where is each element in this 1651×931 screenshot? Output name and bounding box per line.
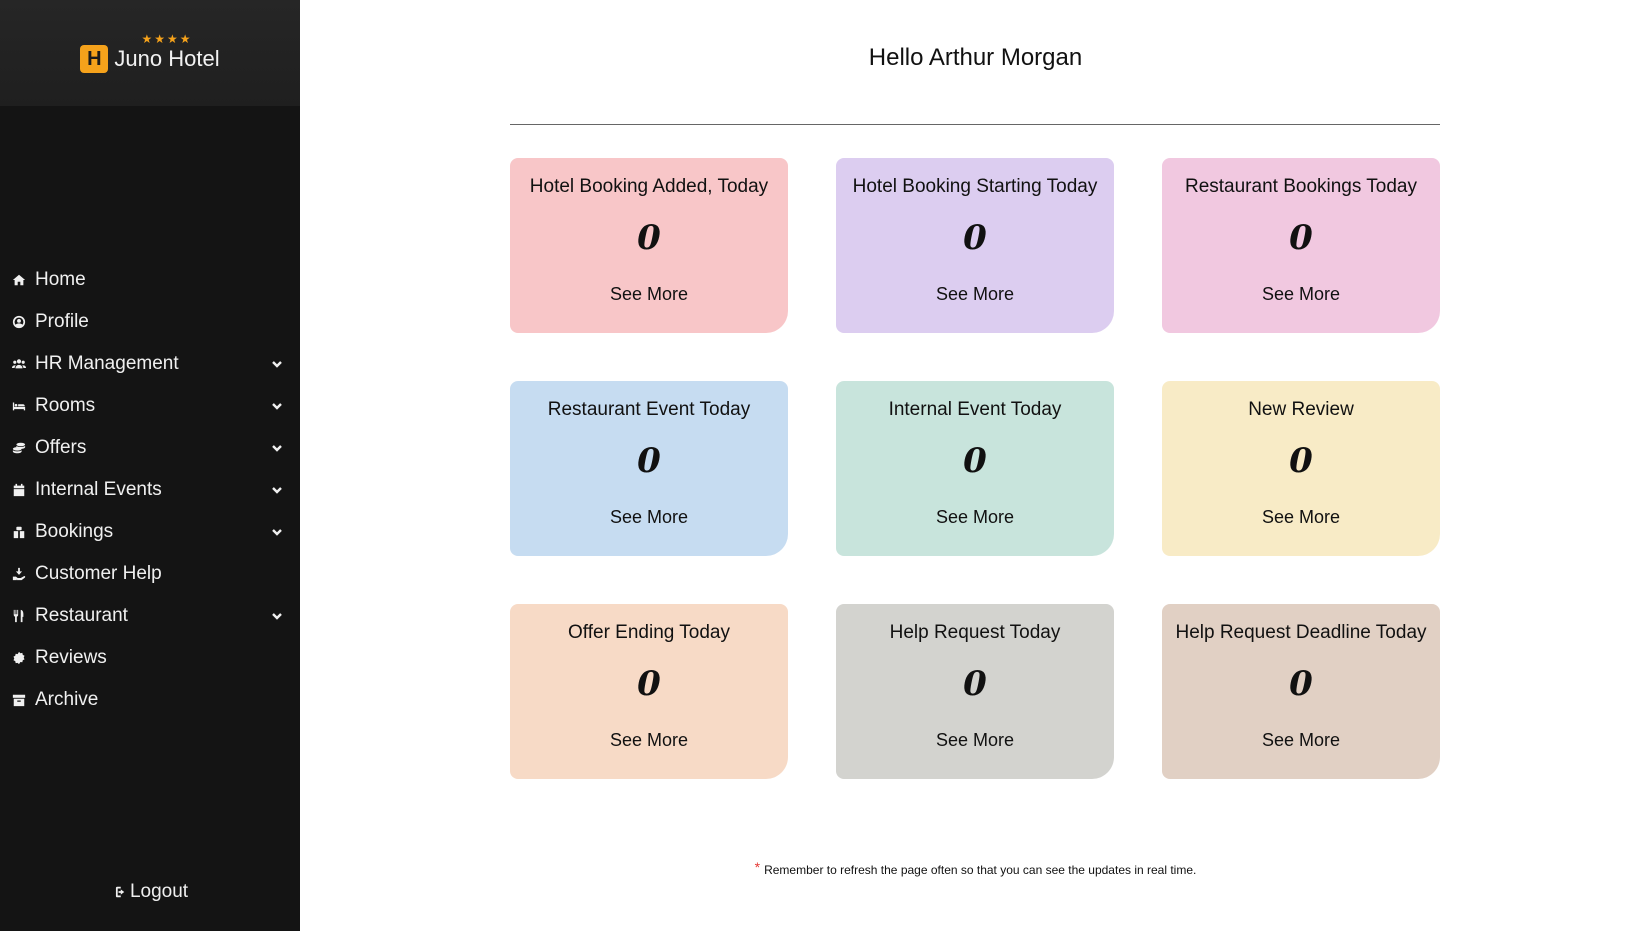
card-title: Offer Ending Today xyxy=(568,622,730,643)
brand-link[interactable]: H ★★★★ Juno Hotel xyxy=(80,32,220,73)
sidebar-nav: Home Profile HR Management Rooms Offers … xyxy=(0,259,300,721)
card-title: Hotel Booking Added, Today xyxy=(529,176,769,197)
star-rating: ★★★★ xyxy=(141,32,193,46)
chevron-down-icon[interactable] xyxy=(270,357,284,371)
badge-icon xyxy=(11,650,27,666)
see-more-link[interactable]: See More xyxy=(1262,730,1340,751)
stat-card-hotel-booking-added: Hotel Booking Added, Today 0 See More xyxy=(510,158,788,333)
archive-icon xyxy=(11,692,27,708)
sidebar-item-label: Profile xyxy=(35,311,89,332)
sidebar-item-label: Archive xyxy=(35,689,99,710)
see-more-link[interactable]: See More xyxy=(1262,284,1340,305)
sidebar-item-hr-management[interactable]: HR Management xyxy=(0,343,300,385)
hand-help-icon xyxy=(11,566,27,582)
card-title: Restaurant Bookings Today xyxy=(1184,176,1418,197)
stat-card-new-review: New Review 0 See More xyxy=(1162,381,1440,556)
card-value: 0 xyxy=(637,218,661,258)
refresh-note: * Remember to refresh the page often so t… xyxy=(300,859,1651,877)
sidebar-item-home[interactable]: Home xyxy=(0,259,300,301)
chevron-down-icon[interactable] xyxy=(270,441,284,455)
card-title: Internal Event Today xyxy=(888,399,1062,420)
stat-card-help-request-deadline: Help Request Deadline Today 0 See More xyxy=(1162,604,1440,779)
see-more-link[interactable]: See More xyxy=(1262,507,1340,528)
chevron-down-icon[interactable] xyxy=(270,525,284,539)
see-more-link[interactable]: See More xyxy=(936,507,1014,528)
sidebar-item-label: Internal Events xyxy=(35,479,162,500)
see-more-link[interactable]: See More xyxy=(610,284,688,305)
utensils-icon xyxy=(11,608,27,624)
logout-label: Logout xyxy=(129,881,189,902)
sidebar-item-rooms[interactable]: Rooms xyxy=(0,385,300,427)
card-title: Restaurant Event Today xyxy=(547,399,751,420)
sidebar-item-archive[interactable]: Archive xyxy=(0,679,300,721)
user-circle-icon xyxy=(11,314,27,330)
sidebar-item-label: Home xyxy=(35,269,86,290)
card-value: 0 xyxy=(1289,441,1313,481)
sidebar-item-profile[interactable]: Profile xyxy=(0,301,300,343)
coins-icon xyxy=(11,440,27,456)
sidebar: H ★★★★ Juno Hotel Home Profile HR Manage… xyxy=(0,0,300,931)
home-icon xyxy=(11,272,27,288)
stat-card-offer-ending: Offer Ending Today 0 See More xyxy=(510,604,788,779)
sidebar-item-label: Offers xyxy=(35,437,87,458)
dashboard-main: Hello Arthur Morgan Hotel Booking Added,… xyxy=(300,0,1651,931)
logout-icon xyxy=(115,886,125,898)
sidebar-item-label: Rooms xyxy=(35,395,96,416)
stat-card-restaurant-bookings: Restaurant Bookings Today 0 See More xyxy=(1162,158,1440,333)
users-icon xyxy=(11,356,27,372)
page-title: Hello Arthur Morgan xyxy=(868,44,1083,71)
brand-name: Juno Hotel xyxy=(114,46,220,71)
card-title: New Review xyxy=(1248,399,1354,420)
sidebar-item-label: Reviews xyxy=(35,647,107,668)
card-value: 0 xyxy=(1289,664,1313,704)
refresh-note-text: Remember to refresh the page often so th… xyxy=(764,863,1197,877)
divider xyxy=(510,124,1440,125)
logout-button[interactable]: Logout xyxy=(0,881,300,903)
card-value: 0 xyxy=(963,441,987,481)
brand-header: H ★★★★ Juno Hotel xyxy=(0,0,300,106)
sidebar-item-customer-help[interactable]: Customer Help xyxy=(0,553,300,595)
sidebar-item-label: Restaurant xyxy=(35,605,128,626)
chevron-down-icon[interactable] xyxy=(270,609,284,623)
stat-card-internal-event: Internal Event Today 0 See More xyxy=(836,381,1114,556)
card-title: Help Request Today xyxy=(889,622,1061,643)
see-more-link[interactable]: See More xyxy=(610,507,688,528)
stat-card-help-request: Help Request Today 0 See More xyxy=(836,604,1114,779)
stat-card-restaurant-event: Restaurant Event Today 0 See More xyxy=(510,381,788,556)
card-value: 0 xyxy=(637,441,661,481)
asterisk-icon: * xyxy=(754,859,761,875)
card-title: Help Request Deadline Today xyxy=(1175,622,1427,643)
see-more-link[interactable]: See More xyxy=(610,730,688,751)
hotel-logo-icon: H xyxy=(80,45,109,73)
sidebar-item-label: Customer Help xyxy=(35,563,162,584)
sidebar-item-reviews[interactable]: Reviews xyxy=(0,637,300,679)
card-title: Hotel Booking Starting Today xyxy=(852,176,1098,197)
see-more-link[interactable]: See More xyxy=(936,730,1014,751)
stat-card-grid: Hotel Booking Added, Today 0 See More Ho… xyxy=(510,158,1440,779)
calendar-icon xyxy=(11,482,27,498)
chevron-down-icon[interactable] xyxy=(270,399,284,413)
sidebar-item-label: HR Management xyxy=(35,353,179,374)
sidebar-item-internal-events[interactable]: Internal Events xyxy=(0,469,300,511)
sidebar-item-label: Bookings xyxy=(35,521,114,542)
card-value: 0 xyxy=(963,218,987,258)
stat-card-hotel-booking-starting: Hotel Booking Starting Today 0 See More xyxy=(836,158,1114,333)
card-value: 0 xyxy=(963,664,987,704)
card-value: 0 xyxy=(1289,218,1313,258)
bed-icon xyxy=(11,398,27,414)
chevron-down-icon[interactable] xyxy=(270,483,284,497)
sidebar-item-bookings[interactable]: Bookings xyxy=(0,511,300,553)
see-more-link[interactable]: See More xyxy=(936,284,1014,305)
bookings-icon xyxy=(11,524,27,540)
card-value: 0 xyxy=(637,664,661,704)
sidebar-item-offers[interactable]: Offers xyxy=(0,427,300,469)
sidebar-item-restaurant[interactable]: Restaurant xyxy=(0,595,300,637)
